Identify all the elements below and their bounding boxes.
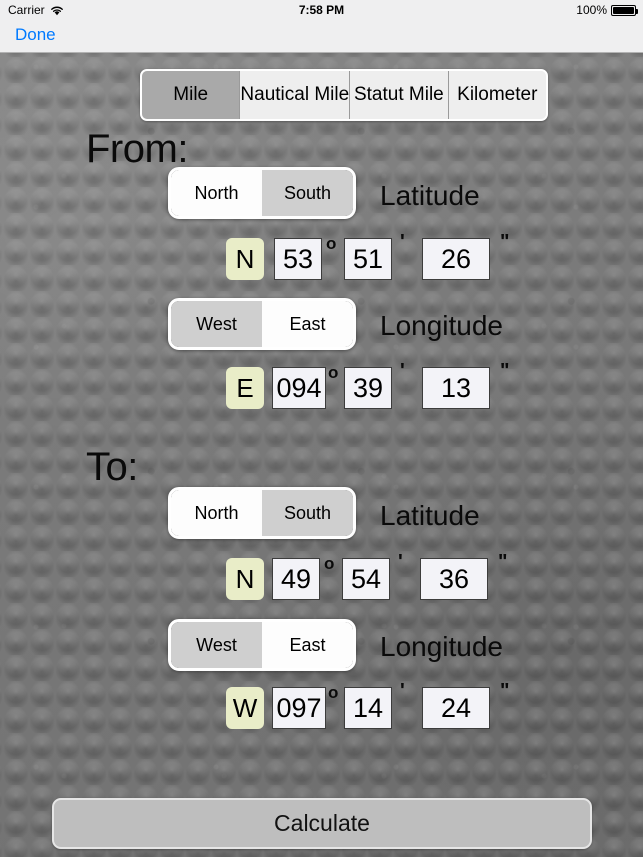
segment-mile[interactable]: Mile xyxy=(142,71,241,119)
from-latitude-south-option[interactable]: South xyxy=(262,170,353,216)
to-longitude-second-symbol: " xyxy=(500,680,510,702)
from-latitude-degree-symbol: o xyxy=(326,234,337,253)
to-latitude-minutes-field[interactable]: 54 xyxy=(342,558,390,600)
from-latitude-direction-chip: N xyxy=(226,238,264,280)
to-heading: To: xyxy=(86,445,138,489)
battery-fill xyxy=(613,6,634,14)
status-bar-time: 7:58 PM xyxy=(298,3,345,17)
to-latitude-direction-chip: N xyxy=(226,558,264,600)
segment-nautical-mile[interactable]: Nautical Mile xyxy=(240,71,351,119)
to-longitude-degrees-field[interactable]: 097 xyxy=(272,687,326,729)
from-latitude-degrees-field[interactable]: 53 xyxy=(274,238,322,280)
from-latitude-north-option[interactable]: North xyxy=(171,170,262,216)
segment-kilometer[interactable]: Kilometer xyxy=(448,71,546,119)
to-latitude-south-option[interactable]: South xyxy=(262,490,353,536)
to-latitude-label: Latitude xyxy=(380,500,480,531)
to-longitude-east-option[interactable]: East xyxy=(262,622,353,668)
from-longitude-second-symbol: " xyxy=(500,360,510,382)
to-latitude-seconds-field[interactable]: 36 xyxy=(420,558,488,600)
to-longitude-minutes-field[interactable]: 14 xyxy=(344,687,392,729)
to-latitude-degrees-field[interactable]: 49 xyxy=(272,558,320,600)
status-bar-right: 100% xyxy=(576,3,638,17)
to-longitude-direction-chip: W xyxy=(226,687,264,729)
main-content: Mile Nautical Mile Statut Mile Kilometer… xyxy=(0,53,643,857)
from-latitude-minute-symbol: ' xyxy=(400,231,405,253)
to-longitude-minute-symbol: ' xyxy=(400,680,405,702)
from-longitude-seconds-field[interactable]: 13 xyxy=(422,367,490,409)
from-latitude-minutes-field[interactable]: 51 xyxy=(344,238,392,280)
from-longitude-minutes-field[interactable]: 39 xyxy=(344,367,392,409)
from-longitude-degrees-field[interactable]: 094 xyxy=(272,367,326,409)
from-latitude-label: Latitude xyxy=(380,180,480,211)
from-heading: From: xyxy=(86,127,188,171)
from-longitude-degree-symbol: o xyxy=(328,363,339,382)
from-longitude-label: Longitude xyxy=(380,310,504,341)
to-latitude-minute-symbol: ' xyxy=(398,551,403,573)
from-longitude-minute-symbol: ' xyxy=(400,360,405,382)
calculate-button[interactable]: Calculate xyxy=(52,798,592,849)
to-longitude-label: Longitude xyxy=(380,631,504,662)
from-longitude-east-option[interactable]: East xyxy=(262,301,353,347)
from-longitude-west-option[interactable]: West xyxy=(171,301,262,347)
unit-segmented-control[interactable]: Mile Nautical Mile Statut Mile Kilometer xyxy=(140,69,548,121)
to-longitude-seconds-field[interactable]: 24 xyxy=(422,687,490,729)
battery-percent-label: 100% xyxy=(576,3,607,17)
status-bar: Carrier 7:58 PM 100% xyxy=(0,0,643,20)
segment-statut-mile[interactable]: Statut Mile xyxy=(350,71,449,119)
to-longitude-we-toggle[interactable]: West East xyxy=(168,619,356,671)
app-root: Carrier 7:58 PM 100% Done Mile Nautical … xyxy=(0,0,643,857)
from-latitude-seconds-field[interactable]: 26 xyxy=(422,238,490,280)
to-longitude-west-option[interactable]: West xyxy=(171,622,262,668)
done-button[interactable]: Done xyxy=(15,25,56,45)
from-latitude-second-symbol: " xyxy=(500,231,510,253)
to-latitude-second-symbol: " xyxy=(498,551,508,573)
from-latitude-ns-toggle[interactable]: North South xyxy=(168,167,356,219)
navigation-bar: Done xyxy=(0,20,643,53)
from-longitude-we-toggle[interactable]: West East xyxy=(168,298,356,350)
to-latitude-degree-symbol: o xyxy=(324,554,335,573)
to-latitude-north-option[interactable]: North xyxy=(171,490,262,536)
from-longitude-direction-chip: E xyxy=(226,367,264,409)
battery-icon xyxy=(611,4,638,16)
to-latitude-ns-toggle[interactable]: North South xyxy=(168,487,356,539)
to-longitude-degree-symbol: o xyxy=(328,683,339,702)
